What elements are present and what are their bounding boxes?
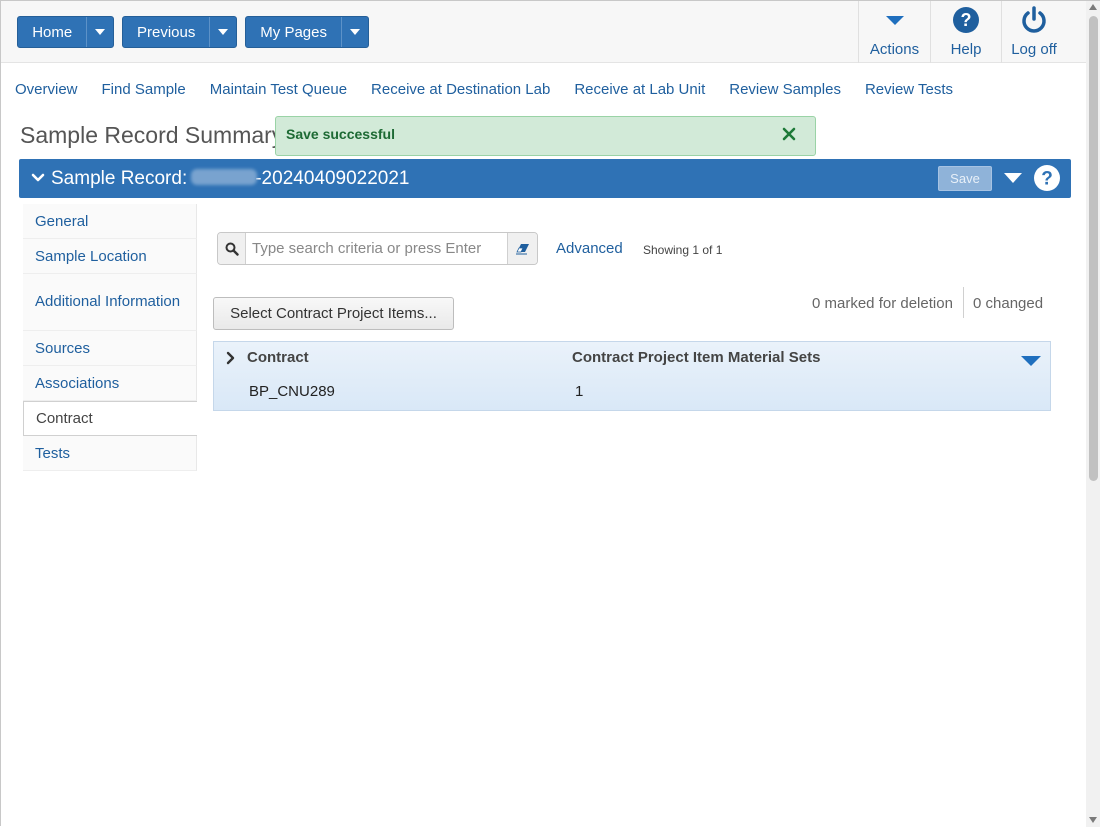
previous-button-group: Previous — [122, 16, 237, 48]
redacted-record-id — [191, 169, 258, 185]
close-icon[interactable] — [781, 126, 797, 147]
record-id-suffix: -20240409022021 — [255, 168, 410, 189]
actions-button[interactable]: Actions — [858, 1, 930, 63]
help-button[interactable]: ? Help — [930, 1, 1001, 63]
logoff-label: Log off — [1011, 41, 1057, 58]
my-pages-button[interactable]: My Pages — [246, 17, 341, 47]
sidebar-item-associations[interactable]: Associations — [23, 366, 197, 401]
caret-down-icon — [218, 29, 229, 35]
home-dropdown-button[interactable] — [86, 17, 113, 47]
column-header-contract[interactable]: Contract — [247, 349, 309, 366]
help-label: Help — [950, 41, 982, 58]
link-overview[interactable]: Overview — [15, 81, 78, 98]
link-maintain-test-queue[interactable]: Maintain Test Queue — [210, 81, 347, 98]
sample-record-title: Sample Record: -20240409022021 — [51, 168, 410, 190]
marked-for-deletion-count: 0 marked for deletion — [812, 295, 953, 312]
chevron-down-icon[interactable] — [31, 171, 45, 189]
svg-text:?: ? — [961, 10, 972, 30]
showing-count: Showing 1 of 1 — [643, 243, 723, 257]
home-button-group: Home — [17, 16, 114, 48]
caret-down-icon — [350, 29, 361, 35]
caret-down-icon[interactable] — [1021, 356, 1041, 366]
cell-contract: BP_CNU289 — [249, 383, 335, 400]
svg-text:?: ? — [1041, 169, 1053, 190]
chevron-right-icon[interactable] — [226, 351, 236, 370]
contract-grid: Contract Contract Project Item Material … — [213, 341, 1051, 411]
help-circle-icon: ? — [952, 5, 980, 35]
advanced-search-link[interactable]: Advanced — [556, 240, 623, 257]
link-review-tests[interactable]: Review Tests — [865, 81, 953, 98]
search-input[interactable] — [247, 235, 505, 262]
caret-down-icon[interactable] — [1004, 173, 1022, 183]
home-button[interactable]: Home — [18, 17, 86, 47]
actions-label: Actions — [869, 41, 920, 58]
sidebar-item-tests[interactable]: Tests — [23, 436, 197, 471]
divider — [963, 287, 964, 318]
link-find-sample[interactable]: Find Sample — [102, 81, 186, 98]
toast-message: Save successful — [286, 126, 395, 142]
scroll-up-icon[interactable] — [1089, 4, 1097, 10]
record-prefix: Sample Record: — [51, 168, 188, 189]
select-contract-project-items-button[interactable]: Select Contract Project Items... — [213, 297, 454, 330]
link-receive-at-lab-unit[interactable]: Receive at Lab Unit — [574, 81, 705, 98]
caret-down-icon — [885, 5, 905, 35]
quick-links: Overview Find Sample Maintain Test Queue… — [15, 81, 977, 98]
eraser-icon[interactable] — [507, 233, 537, 264]
sidebar-item-sample-location[interactable]: Sample Location — [23, 239, 197, 274]
scrollbar-thumb[interactable] — [1089, 16, 1098, 481]
caret-down-icon — [95, 29, 106, 35]
top-toolbar: Home Previous My Pages Actions ? Help Lo… — [1, 1, 1086, 63]
link-review-samples[interactable]: Review Samples — [729, 81, 841, 98]
page-title: Sample Record Summary — [20, 122, 284, 148]
sidebar-item-contract[interactable]: Contract — [23, 401, 197, 436]
save-successful-toast: Save successful — [275, 116, 816, 156]
save-button[interactable]: Save — [938, 166, 992, 191]
sidebar-item-additional-information[interactable]: Additional Information — [23, 274, 197, 331]
sidebar-item-sources[interactable]: Sources — [23, 331, 197, 366]
previous-button[interactable]: Previous — [123, 17, 209, 47]
previous-dropdown-button[interactable] — [209, 17, 236, 47]
logoff-button[interactable]: Log off — [1001, 1, 1066, 63]
sidebar-item-general[interactable]: General — [23, 204, 197, 239]
scroll-down-icon[interactable] — [1089, 817, 1097, 823]
sidebar-nav: General Sample Location Additional Infor… — [23, 204, 197, 471]
vertical-scrollbar[interactable] — [1086, 1, 1100, 827]
power-icon — [1019, 5, 1049, 35]
my-pages-dropdown-button[interactable] — [341, 17, 368, 47]
link-receive-at-destination-lab[interactable]: Receive at Destination Lab — [371, 81, 550, 98]
search-icon[interactable] — [218, 233, 246, 264]
column-header-material-sets[interactable]: Contract Project Item Material Sets — [572, 349, 820, 366]
search-box — [217, 232, 538, 265]
cell-material-sets: 1 — [575, 383, 584, 400]
my-pages-button-group: My Pages — [245, 16, 369, 48]
changed-count: 0 changed — [973, 295, 1044, 312]
help-circle-icon[interactable]: ? — [1033, 164, 1061, 197]
sample-record-header: Sample Record: -20240409022021 Save ? — [19, 159, 1071, 198]
